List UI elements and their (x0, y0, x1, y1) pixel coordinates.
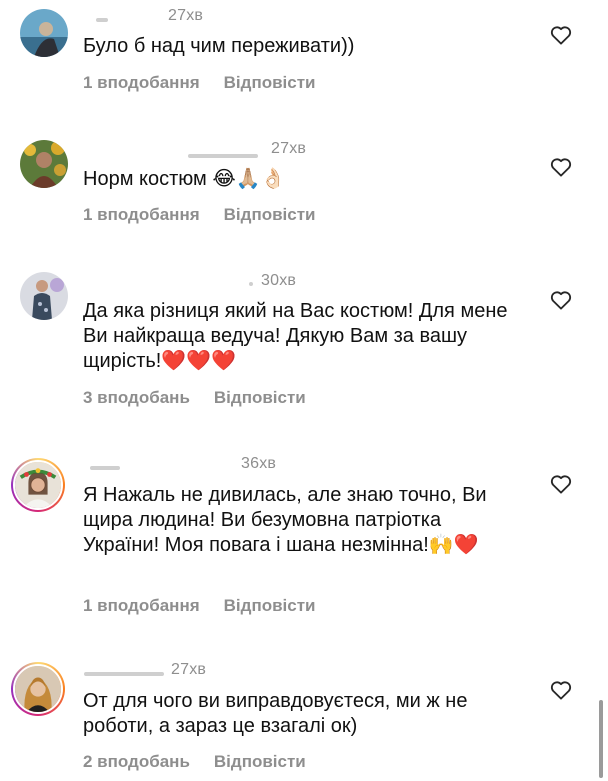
heart-outline-icon[interactable] (550, 157, 572, 177)
comment-meta: 3 вподобань Відповісти (83, 388, 306, 408)
reply-button[interactable]: Відповісти (224, 73, 316, 92)
user-avatar[interactable] (20, 9, 68, 57)
likes-count[interactable]: 1 вподобання (83, 596, 200, 615)
user-avatar[interactable] (20, 272, 68, 320)
likes-count[interactable]: 3 вподобань (83, 388, 190, 407)
likes-count[interactable]: 1 вподобання (83, 205, 200, 224)
comment-text: Норм костюм 😂🙏🏼👌🏻 (83, 168, 286, 190)
comment-meta: 1 вподобання Відповісти (83, 205, 316, 225)
username-redacted[interactable] (188, 154, 258, 158)
username-redacted[interactable] (249, 282, 253, 286)
comment-meta: 1 вподобання Відповісти (83, 73, 316, 93)
comment-text: Да яка різниця який на Вас костюм! Для м… (83, 299, 533, 374)
user-avatar (13, 460, 63, 510)
heart-outline-icon[interactable] (550, 474, 572, 494)
comment-text: Було б над чим переживати)) (83, 35, 355, 57)
username-redacted[interactable] (96, 18, 108, 22)
comment-meta: 1 вподобання Відповісти (83, 596, 316, 616)
reply-button[interactable]: Відповісти (224, 205, 316, 224)
heart-outline-icon[interactable] (550, 680, 572, 700)
comment-text: От для чого ви виправдовуєтеся, ми ж не … (83, 690, 468, 737)
comment-time: 27хв (271, 140, 307, 157)
user-avatar-story-ring[interactable] (11, 458, 65, 512)
user-avatar[interactable] (20, 140, 68, 188)
reply-button[interactable]: Відповісти (214, 388, 306, 407)
reply-button[interactable]: Відповісти (224, 596, 316, 615)
username-redacted[interactable] (84, 672, 164, 676)
scrollbar[interactable] (599, 700, 603, 778)
user-avatar (13, 664, 63, 714)
heart-outline-icon[interactable] (550, 290, 572, 310)
username-redacted[interactable] (90, 466, 120, 470)
comment-text: Я Нажаль не дивилась, але знаю точно, Ви… (83, 483, 513, 558)
comment-time: 30хв (261, 272, 297, 289)
user-avatar-story-ring[interactable] (11, 662, 65, 716)
comment-meta: 2 вподобань Відповісти (83, 752, 306, 772)
comment-text-line: Я Нажаль не дивилась, але знаю точно, Ви… (83, 484, 487, 556)
heart-outline-icon[interactable] (550, 25, 572, 45)
likes-count[interactable]: 1 вподобання (83, 73, 200, 92)
comment-text-line: Да яка різниця який на Вас костюм! Для м… (83, 300, 508, 372)
comment-time: 27хв (168, 7, 204, 24)
likes-count[interactable]: 2 вподобань (83, 752, 190, 771)
comment-time: 36хв (241, 455, 277, 472)
reply-button[interactable]: Відповісти (214, 752, 306, 771)
comment-time: 27хв (171, 661, 207, 678)
